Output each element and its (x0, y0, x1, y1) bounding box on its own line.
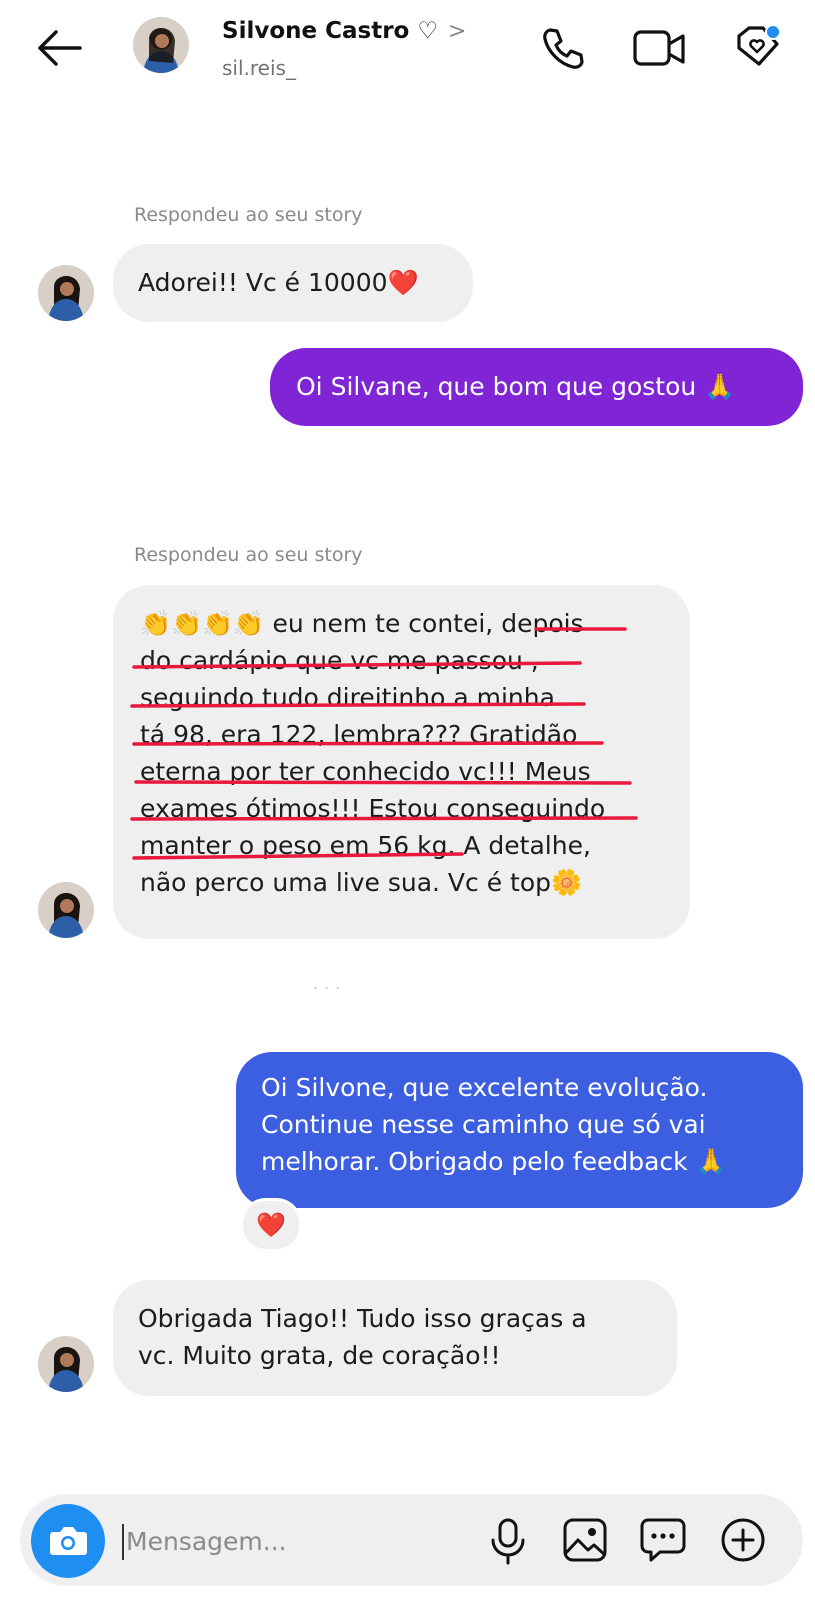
message-line: Continue nesse caminho que só vai (261, 1110, 706, 1139)
contact-username: sil.reis_ (222, 56, 296, 80)
back-arrow-icon[interactable] (34, 28, 84, 68)
typing-separator: ... (313, 974, 347, 993)
message-line: vc. Muito grata, de coração!! (138, 1341, 501, 1370)
avatar[interactable] (38, 882, 94, 938)
incoming-message-bubble[interactable]: 👏👏👏👏 eu nem te contei, depois do cardápi… (113, 585, 690, 939)
camera-icon[interactable] (31, 1504, 105, 1578)
message-line: eterna por ter conhecido vc!!! Meus (140, 757, 591, 786)
incoming-message-bubble[interactable]: Adorei!! Vc é 10000❤️ (113, 244, 473, 322)
heart-reaction[interactable]: ❤️ (240, 1198, 302, 1252)
message-line: melhorar. Obrigado pelo feedback 🙏 (261, 1147, 727, 1176)
message-line: manter o peso em 56 kg. A detalhe, (140, 831, 591, 860)
incoming-message-bubble[interactable]: Obrigada Tiago!! Tudo isso graças a vc. … (113, 1280, 677, 1396)
plus-circle-icon[interactable] (718, 1514, 768, 1566)
message-line: seguindo tudo direitinho a minha (140, 683, 555, 712)
message-line: tá 98, era 122, lembra??? Gratidão (140, 720, 578, 749)
message-line: Obrigada Tiago!! Tudo isso graças a (138, 1304, 587, 1333)
chevron-right-icon: > (447, 19, 467, 44)
pray-emoji: 🙏 (704, 372, 736, 401)
message-text: Adorei!! Vc é 10000 (138, 268, 388, 297)
avatar[interactable] (38, 1336, 94, 1392)
tag-heart-icon[interactable] (733, 22, 783, 72)
video-camera-icon[interactable] (632, 24, 688, 74)
heart-emoji: ❤️ (387, 268, 419, 297)
message-text: Oi Silvane, que bom que gostou (296, 372, 697, 401)
gallery-icon[interactable] (560, 1514, 610, 1566)
phone-icon[interactable] (538, 24, 588, 74)
message-line: 👏👏👏👏 eu nem te contei, depois (140, 609, 584, 638)
notification-dot (765, 24, 781, 40)
contact-name[interactable]: Silvone Castro ♡ > (222, 18, 466, 44)
message-line: não perco uma live sua. Vc é top🌼 (140, 868, 583, 897)
message-input[interactable] (124, 1517, 456, 1565)
message-line: do cardápio que vc me passou , (140, 646, 539, 675)
sticker-chat-icon[interactable] (638, 1514, 688, 1566)
heart-emoji: ❤️ (256, 1211, 286, 1239)
avatar[interactable] (133, 17, 189, 73)
message-line: Oi Silvone, que excelente evolução. (261, 1073, 708, 1102)
story-reply-label: Respondeu ao seu story (134, 204, 363, 226)
story-reply-label: Respondeu ao seu story (134, 544, 363, 566)
outgoing-message-bubble[interactable]: Oi Silvane, que bom que gostou 🙏 (270, 348, 803, 426)
avatar[interactable] (38, 265, 94, 321)
outgoing-message-bubble[interactable]: Oi Silvone, que excelente evolução. Cont… (236, 1052, 803, 1208)
contact-name-text: Silvone Castro ♡ (222, 18, 438, 44)
microphone-icon[interactable] (483, 1514, 533, 1566)
message-line: exames ótimos!!! Estou conseguindo (140, 794, 606, 823)
